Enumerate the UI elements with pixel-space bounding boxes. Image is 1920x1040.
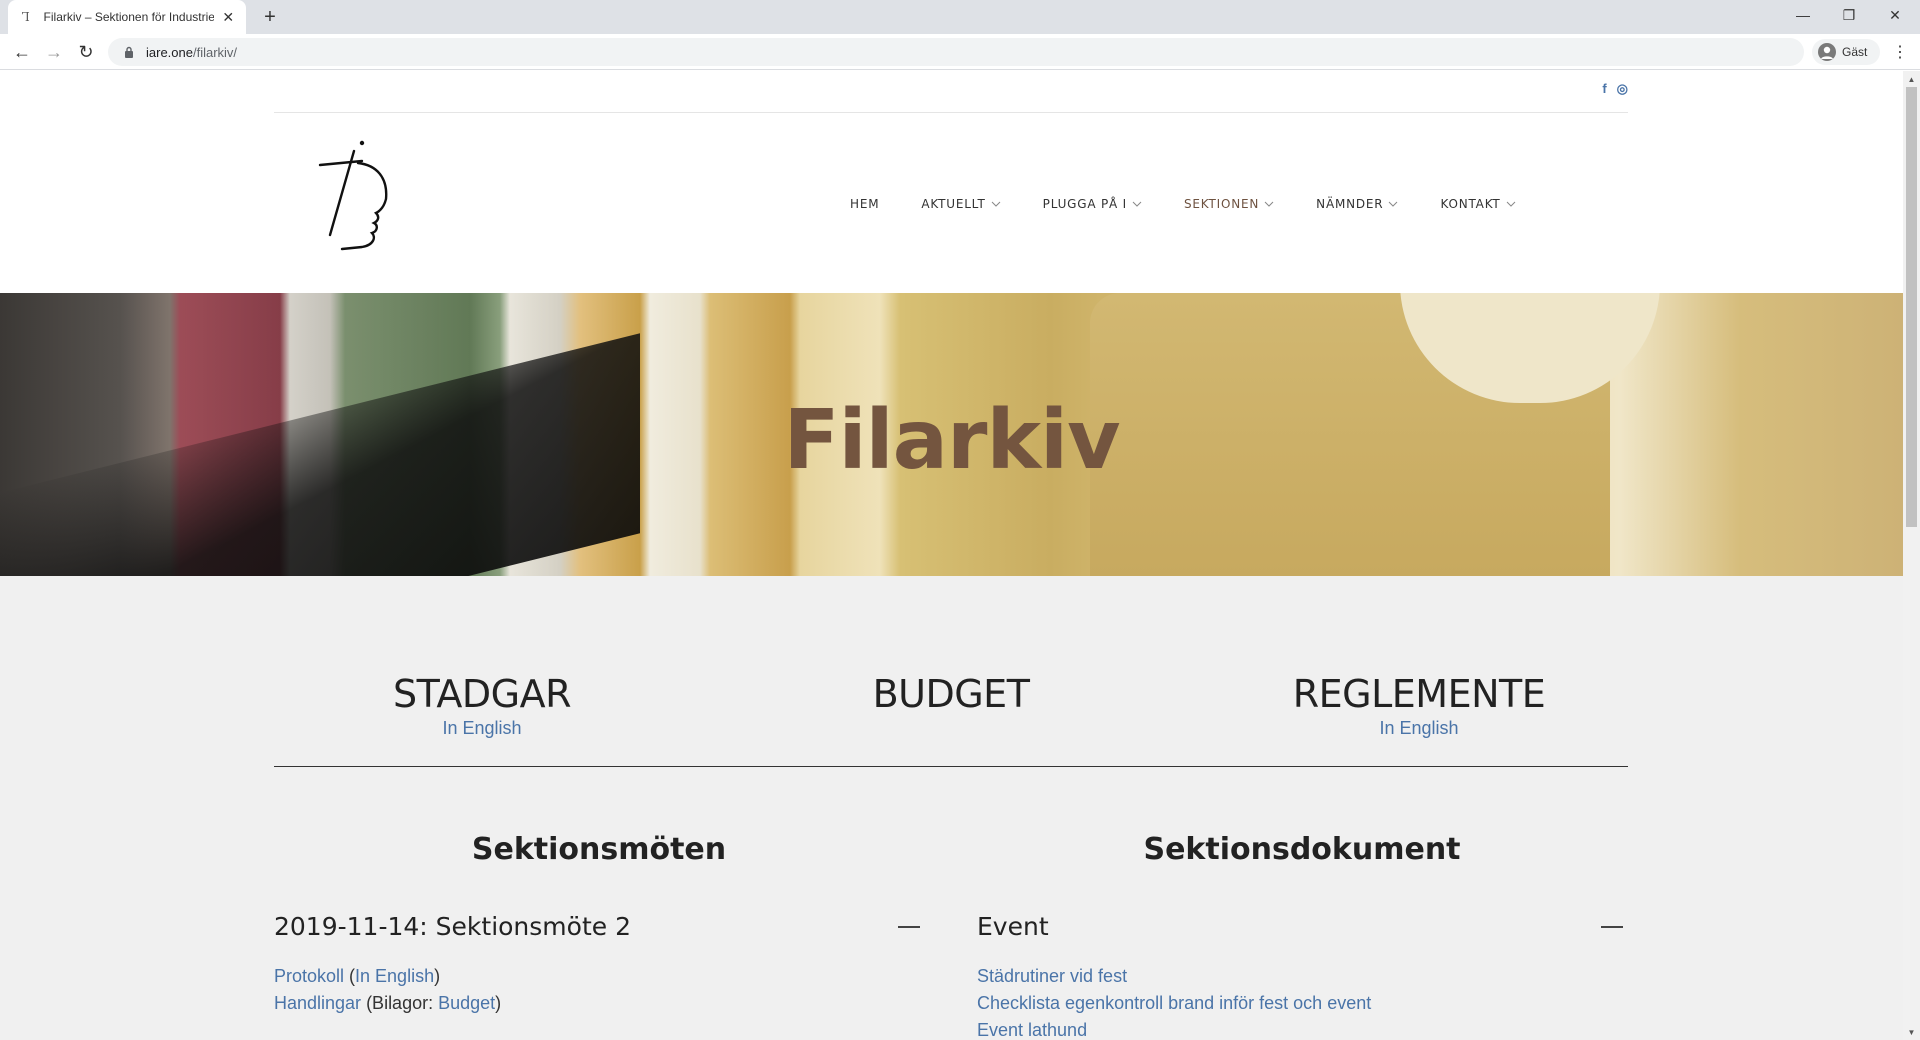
close-window-button[interactable]: ✕ (1872, 0, 1918, 30)
list-item[interactable]: Event lathund (977, 1017, 1627, 1040)
nav-item-aktuellt[interactable]: AKTUELLT (921, 197, 1001, 211)
chevron-down-icon (991, 201, 1001, 207)
browser-menu-icon[interactable]: ⋮ (1886, 38, 1914, 66)
main-navigation: HEM AKTUELLT PLUGGA PÅ I SEKTIONEN NÄMND… (850, 197, 1558, 211)
minimize-button[interactable]: — (1780, 0, 1826, 30)
english-link[interactable]: In English (182, 718, 782, 739)
chevron-down-icon (1506, 201, 1515, 207)
meetings-heading: Sektionsmöten (471, 832, 727, 867)
nav-item-sektionen[interactable]: SEKTIONEN (1184, 197, 1274, 211)
nav-item-hem[interactable]: HEM (850, 197, 879, 211)
chevron-down-icon (1389, 201, 1398, 207)
reload-button[interactable]: ↻ (72, 38, 100, 66)
tab-title: Filarkiv – Sektionen för Industriell (43, 10, 215, 24)
list-item: Protokoll (In English) (274, 966, 441, 986)
scroll-down-icon[interactable]: ▼ (1903, 1024, 1920, 1040)
main-content: STADGAR In English BUDGET REGLEMENTE In … (0, 576, 1903, 1040)
scroll-up-icon[interactable]: ▲ (1903, 71, 1920, 87)
page-scrollbar[interactable]: ▲ ▼ (1903, 71, 1920, 1040)
english-link[interactable]: In English (1119, 718, 1719, 739)
section-docs-heading: Sektionsdokument (1143, 832, 1461, 867)
social-top-bar: f ◎ (274, 71, 1628, 113)
event-accordion-header[interactable]: Event (977, 912, 1627, 941)
nav-item-plugga[interactable]: PLUGGA PÅ I (1043, 197, 1142, 211)
address-bar[interactable]: iare.one/filarkiv/ (108, 38, 1804, 66)
new-tab-button[interactable]: + (258, 5, 282, 29)
meeting-accordion-header[interactable]: 2019-11-14: Sektionsmöte 2 (274, 912, 924, 941)
event-accordion-body: Städrutiner vid fest Checklista egenkont… (977, 963, 1627, 1040)
chevron-down-icon (1132, 201, 1142, 207)
browser-tab[interactable]: Ꞁ Filarkiv – Sektionen för Industriell ✕ (8, 0, 246, 34)
handlingar-link[interactable]: Handlingar (274, 993, 361, 1013)
collapse-icon[interactable] (1601, 925, 1623, 928)
page-title: Filarkiv (783, 393, 1120, 488)
budget-link[interactable]: Budget (438, 993, 495, 1013)
profile-button[interactable]: Gäst (1812, 39, 1880, 65)
document-title[interactable]: REGLEMENTE (1119, 672, 1719, 716)
social-links: f ◎ (1602, 81, 1628, 97)
meeting-accordion-body: Protokoll (In English) Handlingar (Bilag… (274, 963, 924, 1017)
browser-toolbar: ← → ↻ iare.one/filarkiv/ Gäst ⋮ (0, 34, 1920, 70)
list-item[interactable]: Städrutiner vid fest (977, 963, 1627, 990)
chevron-down-icon (1264, 201, 1274, 207)
list-item[interactable]: Checklista egenkontroll brand inför fest… (977, 990, 1627, 1017)
scroll-thumb[interactable] (1906, 87, 1917, 527)
avatar-icon (1818, 43, 1836, 61)
protokoll-link[interactable]: Protokoll (274, 966, 344, 986)
accordion-title: Event (977, 912, 1049, 941)
url-text: iare.one/filarkiv/ (146, 44, 238, 60)
nav-item-namnder[interactable]: NÄMNDER (1316, 197, 1398, 211)
nav-item-kontakt[interactable]: KONTAKT (1440, 197, 1515, 211)
back-button[interactable]: ← (8, 38, 36, 66)
english-link[interactable]: In English (355, 966, 434, 986)
site-logo[interactable] (318, 137, 394, 255)
profile-label: Gäst (1842, 45, 1868, 59)
section-divider (274, 766, 1628, 767)
browser-tab-bar: Ꞁ Filarkiv – Sektionen för Industriell ✕… (0, 0, 1920, 34)
page-viewport: f ◎ HEM AKTUELLT PLUGGA PÅ I SEKTIONEN N… (0, 71, 1903, 1040)
forward-button[interactable]: → (40, 38, 68, 66)
list-item: Handlingar (Bilagor: Budget) (274, 993, 502, 1013)
collapse-icon[interactable] (898, 925, 920, 928)
accordion-title: 2019-11-14: Sektionsmöte 2 (274, 912, 631, 941)
close-tab-icon[interactable]: ✕ (220, 9, 236, 25)
document-reglemente: REGLEMENTE In English (1119, 672, 1719, 739)
hero-banner: Filarkiv (0, 293, 1903, 576)
site-favicon-icon: Ꞁ (21, 10, 30, 24)
instagram-icon[interactable]: ◎ (1617, 81, 1628, 97)
lock-icon (122, 45, 136, 59)
restore-button[interactable]: ❐ (1826, 0, 1872, 30)
facebook-icon[interactable]: f (1602, 81, 1606, 97)
